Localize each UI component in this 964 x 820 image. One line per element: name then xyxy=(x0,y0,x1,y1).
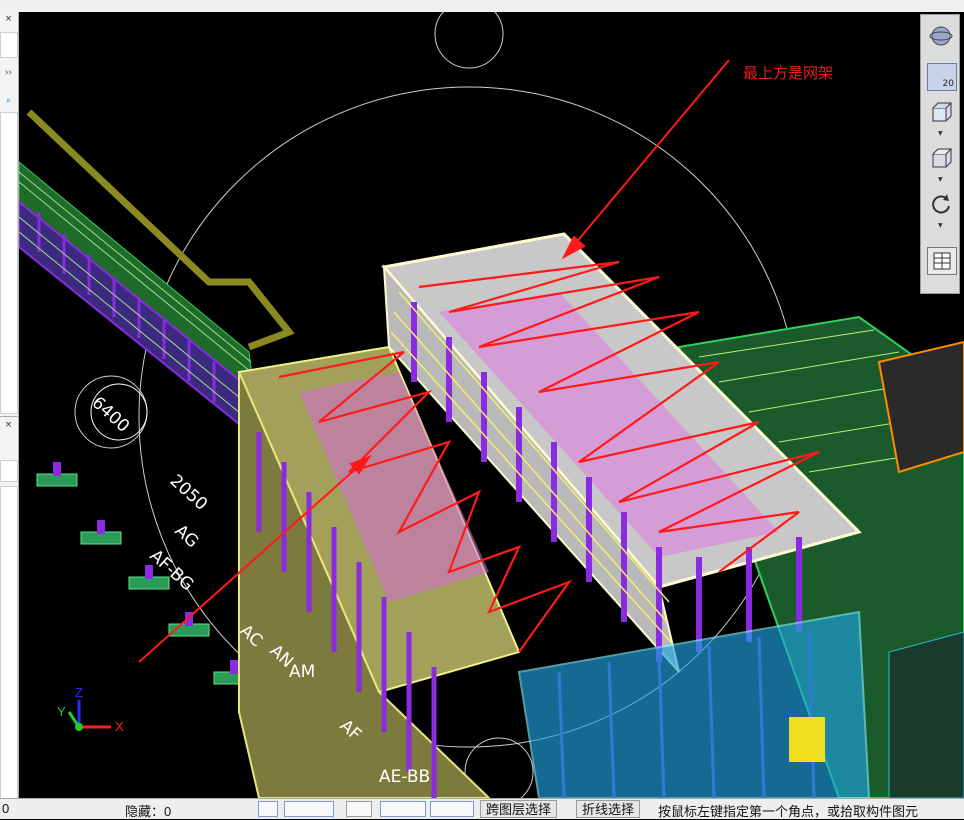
axis-z-label: Z xyxy=(75,685,83,700)
axis-gizmo: Z X Y xyxy=(57,685,124,734)
angle-snap-dropdown[interactable] xyxy=(380,801,426,817)
glass-base xyxy=(517,610,871,798)
axis-x-label: X xyxy=(115,719,124,734)
dim-label-8: AE-BB xyxy=(379,767,430,787)
zoom-level-button[interactable]: 20 xyxy=(927,63,957,91)
rotate-icon[interactable] xyxy=(927,191,955,217)
dim-label-1: 2050 xyxy=(166,471,212,515)
snap-mode-dropdown[interactable] xyxy=(284,801,334,817)
chevron-down-icon[interactable]: ▼ xyxy=(938,131,944,137)
status-hint: 按鼠标左键指定第一个角点，或拾取构件图元 xyxy=(658,804,919,819)
orbit-handle-top xyxy=(434,12,504,69)
chevron-down-icon-3[interactable]: ▼ xyxy=(938,223,944,229)
view-cube-front-icon[interactable] xyxy=(927,99,955,125)
panel-field-box[interactable] xyxy=(0,460,18,482)
cross-toggle-icon[interactable] xyxy=(346,801,372,817)
axis-y-label: Y xyxy=(57,704,66,719)
status-bar: 0 隐藏：0 跨图层选择 折线选择 按鼠标左键指定第一个角点，或拾取构件图元 xyxy=(0,798,964,819)
panel-list-box xyxy=(0,112,18,414)
panel-close-button-2[interactable]: × xyxy=(1,418,16,432)
orthogonal-mode-icon[interactable] xyxy=(258,801,278,817)
panel-divider xyxy=(0,416,18,417)
panel-close-button[interactable]: × xyxy=(1,12,16,26)
hidden-count: 隐藏：0 xyxy=(125,804,172,819)
dim-label-2: AG xyxy=(171,521,203,552)
offset-dropdown[interactable] xyxy=(430,801,474,817)
polyline-select-button[interactable]: 折线选择 xyxy=(576,800,641,818)
dim-label-6: AM xyxy=(289,662,315,682)
view-cube-icon[interactable] xyxy=(927,145,955,171)
3d-viewport[interactable]: 6400 2050 AG AF-BG AC AN AM AF AE-BB Z X… xyxy=(19,12,964,798)
orbit-sphere-icon[interactable] xyxy=(927,23,955,49)
cross-layer-select-button[interactable]: 跨图层选择 xyxy=(480,800,558,818)
panel-tree-box xyxy=(0,32,18,58)
search-icon[interactable]: ⌕ xyxy=(1,94,16,108)
left-dock-panel: × ›› ⌕ × xyxy=(0,12,19,800)
panel-property-box xyxy=(0,486,18,800)
status-count: 0 xyxy=(2,801,10,816)
navigation-toolbar: 20 ▼ ▼ ▼ xyxy=(920,14,960,294)
zoom-level-label: 20 xyxy=(942,79,954,89)
grid-view-icon[interactable] xyxy=(927,247,957,275)
building-model-render: 6400 2050 AG AF-BG AC AN AM AF AE-BB Z X… xyxy=(19,12,964,798)
panel-expand-button[interactable]: ›› xyxy=(1,66,16,80)
annotation-text: 最上方是网架 xyxy=(743,64,834,82)
chevron-down-icon-2[interactable]: ▼ xyxy=(938,177,944,183)
